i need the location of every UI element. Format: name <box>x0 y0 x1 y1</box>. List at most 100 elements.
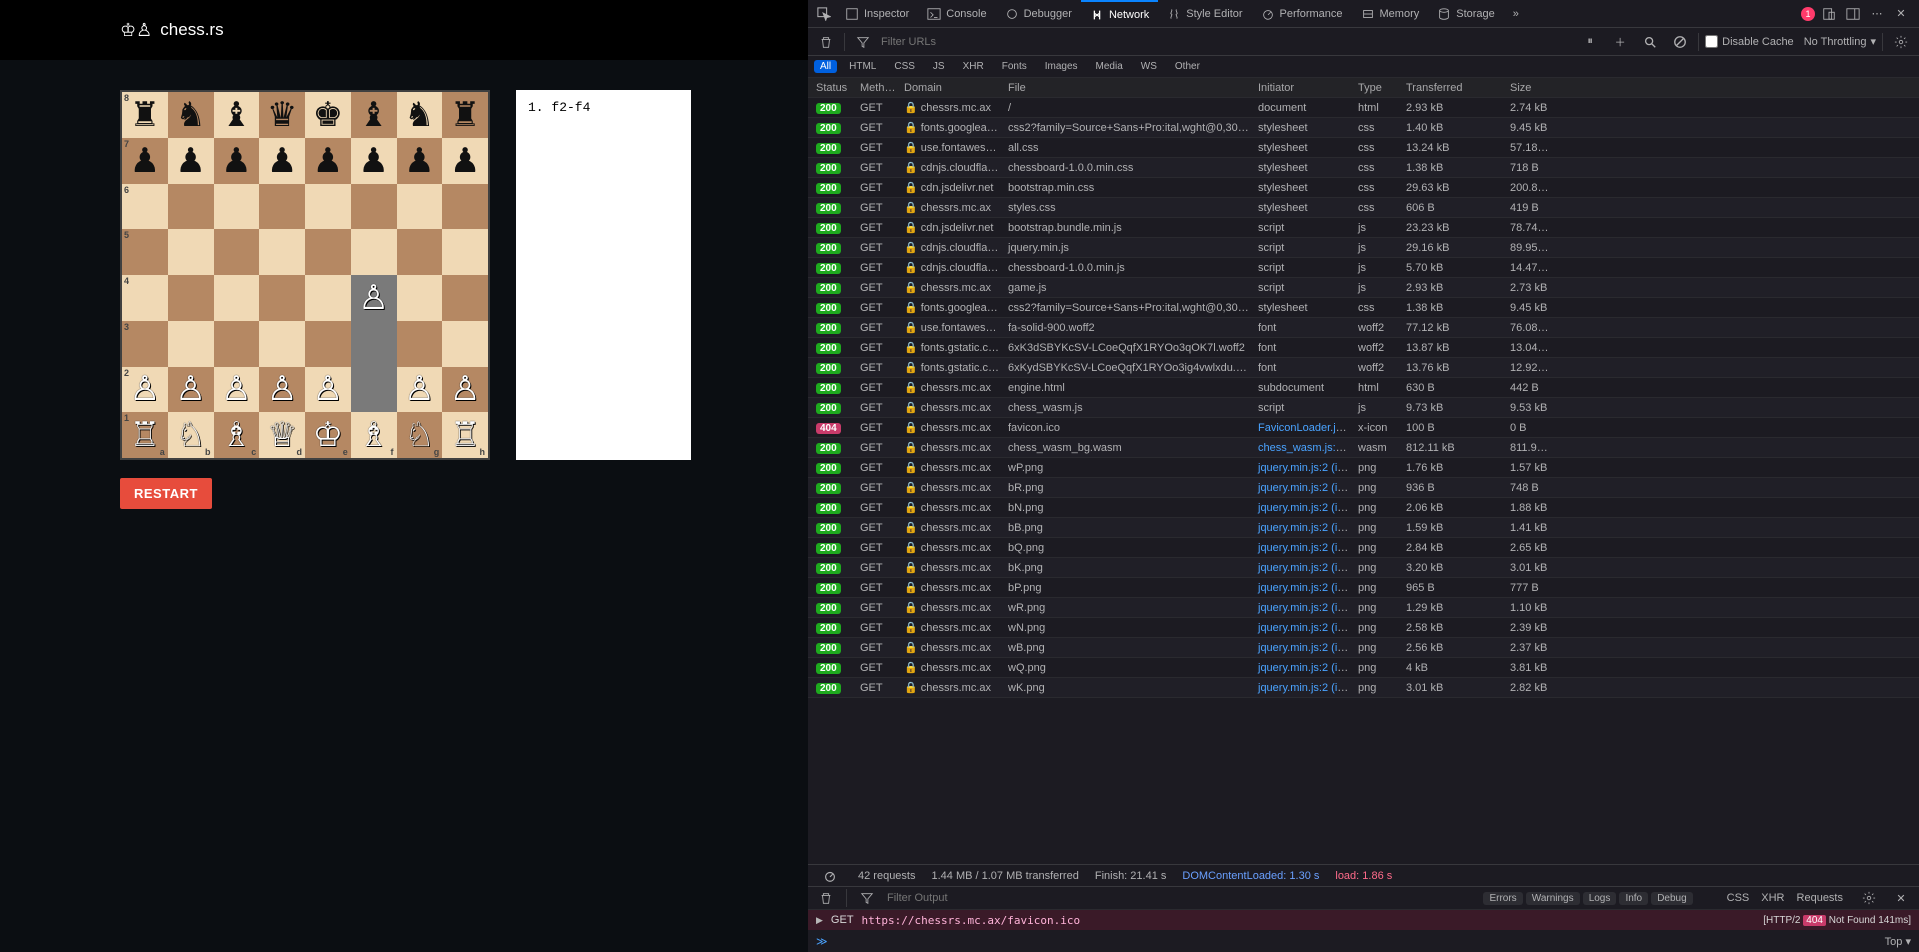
perf-icon[interactable] <box>818 864 842 888</box>
square-d5[interactable] <box>259 229 305 275</box>
pause-icon[interactable]: ⏸ <box>1578 30 1602 54</box>
square-f6[interactable] <box>351 184 397 230</box>
col-transferred[interactable]: Transferred <box>1402 82 1506 94</box>
square-a7[interactable]: ♟7 <box>122 138 168 184</box>
filter-all[interactable]: All <box>814 60 837 73</box>
square-f2[interactable] <box>351 367 397 413</box>
filter-js[interactable]: JS <box>927 60 951 73</box>
tab-memory[interactable]: Memory <box>1352 0 1429 28</box>
filter-media[interactable]: Media <box>1090 60 1129 73</box>
console-filter-logs[interactable]: Logs <box>1583 892 1617 905</box>
disable-cache-toggle[interactable]: Disable Cache <box>1705 35 1794 48</box>
square-e1[interactable]: ♔e <box>305 412 351 458</box>
filter-images[interactable]: Images <box>1039 60 1084 73</box>
table-row[interactable]: 200GET🔒chessrs.mc.axwK.pngjquery.min.js:… <box>808 678 1919 698</box>
square-f4[interactable]: ♙ <box>351 275 397 321</box>
context-selector[interactable]: Top ▾ <box>1885 935 1911 948</box>
square-c6[interactable] <box>214 184 260 230</box>
square-a2[interactable]: ♙2 <box>122 367 168 413</box>
col-file[interactable]: File <box>1004 82 1254 94</box>
table-row[interactable]: 404GET🔒chessrs.mc.axfavicon.icoFaviconLo… <box>808 418 1919 438</box>
square-d8[interactable]: ♛ <box>259 92 305 138</box>
element-picker-icon[interactable] <box>812 2 836 26</box>
square-f5[interactable] <box>351 229 397 275</box>
square-h7[interactable]: ♟ <box>442 138 488 184</box>
square-h6[interactable] <box>442 184 488 230</box>
table-row[interactable]: 200GET🔒cdnjs.cloudflare.c...chessboard-1… <box>808 158 1919 178</box>
square-g7[interactable]: ♟ <box>397 138 443 184</box>
square-c5[interactable] <box>214 229 260 275</box>
square-a6[interactable]: 6 <box>122 184 168 230</box>
table-row[interactable]: 200GET🔒chessrs.mc.axbR.pngjquery.min.js:… <box>808 478 1919 498</box>
table-row[interactable]: 200GET🔒fonts.gstatic.com6xK3dSBYKcSV-LCo… <box>808 338 1919 358</box>
square-c4[interactable] <box>214 275 260 321</box>
table-row[interactable]: 200GET🔒chessrs.mc.axbQ.pngjquery.min.js:… <box>808 538 1919 558</box>
table-row[interactable]: 200GET🔒chessrs.mc.axengine.htmlsubdocume… <box>808 378 1919 398</box>
square-h4[interactable] <box>442 275 488 321</box>
throttling-select[interactable]: No Throttling ▾ <box>1804 35 1876 48</box>
square-d4[interactable] <box>259 275 305 321</box>
console-error-row[interactable]: ▶ GET https://chessrs.mc.ax/favicon.ico … <box>808 910 1919 930</box>
console-prompt[interactable]: ≫ Top ▾ <box>808 930 1919 952</box>
settings-gear-icon[interactable] <box>1889 30 1913 54</box>
table-row[interactable]: 200GET🔒chessrs.mc.axbB.pngjquery.min.js:… <box>808 518 1919 538</box>
tab-network[interactable]: Network <box>1081 0 1158 28</box>
network-request-table[interactable]: StatusMethodDomainFileInitiatorTypeTrans… <box>808 78 1919 864</box>
square-d6[interactable] <box>259 184 305 230</box>
square-b8[interactable]: ♞ <box>168 92 214 138</box>
filter-fonts[interactable]: Fonts <box>996 60 1033 73</box>
col-method[interactable]: Method <box>856 82 900 94</box>
square-a3[interactable]: 3 <box>122 321 168 367</box>
square-b6[interactable] <box>168 184 214 230</box>
square-a8[interactable]: ♜8 <box>122 92 168 138</box>
square-h8[interactable]: ♜ <box>442 92 488 138</box>
table-row[interactable]: 200GET🔒cdn.jsdelivr.netbootstrap.min.css… <box>808 178 1919 198</box>
table-row[interactable]: 200GET🔒chessrs.mc.axchess_wasm_bg.wasmch… <box>808 438 1919 458</box>
square-b5[interactable] <box>168 229 214 275</box>
console-filter-errors[interactable]: Errors <box>1483 892 1522 905</box>
console-toggle-css[interactable]: CSS <box>1727 892 1750 904</box>
square-e6[interactable] <box>305 184 351 230</box>
filter-css[interactable]: CSS <box>888 60 921 73</box>
square-g4[interactable] <box>397 275 443 321</box>
square-d1[interactable]: ♕d <box>259 412 305 458</box>
table-row[interactable]: 200GET🔒chessrs.mc.axbK.pngjquery.min.js:… <box>808 558 1919 578</box>
square-g2[interactable]: ♙ <box>397 367 443 413</box>
square-b1[interactable]: ♘b <box>168 412 214 458</box>
disable-cache-checkbox[interactable] <box>1705 35 1718 48</box>
square-g1[interactable]: ♘g <box>397 412 443 458</box>
table-row[interactable]: 200GET🔒chessrs.mc.ax/documenthtml2.93 kB… <box>808 98 1919 118</box>
square-d7[interactable]: ♟ <box>259 138 305 184</box>
table-row[interactable]: 200GET🔒cdn.jsdelivr.netbootstrap.bundle.… <box>808 218 1919 238</box>
square-h5[interactable] <box>442 229 488 275</box>
col-type[interactable]: Type <box>1354 82 1402 94</box>
col-domain[interactable]: Domain <box>900 82 1004 94</box>
square-a4[interactable]: 4 <box>122 275 168 321</box>
square-b3[interactable] <box>168 321 214 367</box>
error-count-badge[interactable]: 1 <box>1801 7 1815 21</box>
restart-button[interactable]: RESTART <box>120 478 212 509</box>
square-e4[interactable] <box>305 275 351 321</box>
square-a1[interactable]: ♖1a <box>122 412 168 458</box>
table-row[interactable]: 200GET🔒chessrs.mc.axwN.pngjquery.min.js:… <box>808 618 1919 638</box>
square-f1[interactable]: ♗f <box>351 412 397 458</box>
dock-side-icon[interactable] <box>1841 2 1865 26</box>
square-c2[interactable]: ♙ <box>214 367 260 413</box>
table-row[interactable]: 200GET🔒chessrs.mc.axstyles.cssstylesheet… <box>808 198 1919 218</box>
square-c1[interactable]: ♗c <box>214 412 260 458</box>
console-settings-icon[interactable] <box>1857 886 1881 910</box>
table-row[interactable]: 200GET🔒chessrs.mc.axwP.pngjquery.min.js:… <box>808 458 1919 478</box>
square-h1[interactable]: ♖h <box>442 412 488 458</box>
filter-icon[interactable] <box>851 30 875 54</box>
square-a5[interactable]: 5 <box>122 229 168 275</box>
table-row[interactable]: 200GET🔒chessrs.mc.axwR.pngjquery.min.js:… <box>808 598 1919 618</box>
tab-inspector[interactable]: Inspector <box>836 0 918 28</box>
console-toggle-requests[interactable]: Requests <box>1797 892 1843 904</box>
table-row[interactable]: 200GET🔒fonts.gstatic.com6xKydSBYKcSV-LCo… <box>808 358 1919 378</box>
square-c8[interactable]: ♝ <box>214 92 260 138</box>
tab-debugger[interactable]: Debugger <box>996 0 1081 28</box>
filter-ws[interactable]: WS <box>1135 60 1163 73</box>
square-e2[interactable]: ♙ <box>305 367 351 413</box>
block-icon[interactable] <box>1668 30 1692 54</box>
devtools-close-icon[interactable]: ✕ <box>1889 2 1913 26</box>
